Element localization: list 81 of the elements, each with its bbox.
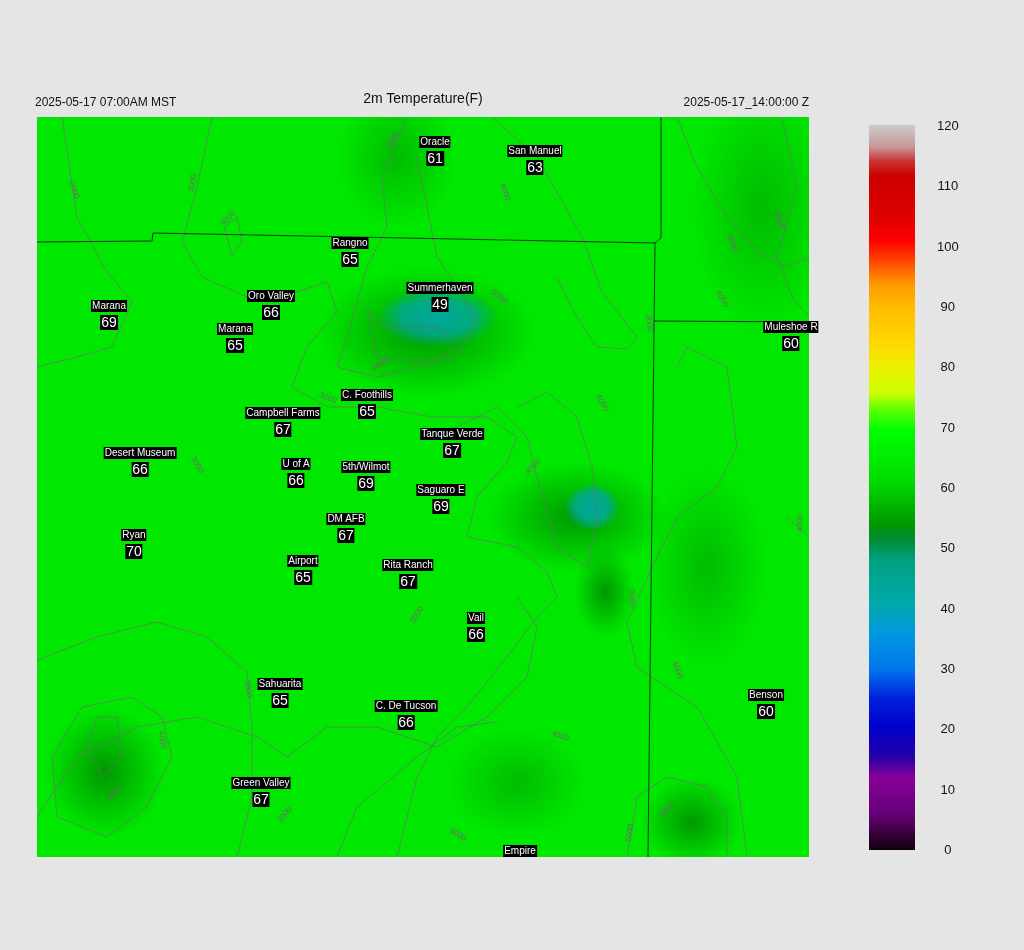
station-name: Empire [503,845,537,857]
station-name: Saguaro E [416,484,466,496]
color-scale-tick: 40 [940,600,956,616]
station-temperature: 60 [757,704,775,719]
station-name: C. De Tucson [374,700,438,712]
contour-label: 4000 [156,730,169,750]
station-temperature: 69 [432,499,450,514]
station-temperature: 66 [467,627,485,642]
contour-label: 4000 [550,728,571,743]
station-temperature: 67 [399,574,417,589]
color-scale-tick: 30 [940,660,956,676]
station-temperature: 65 [294,570,312,585]
color-scale-tick: 100 [937,238,959,254]
contour-label: 6000 [772,209,787,230]
contour-label: 4000 [498,181,513,202]
contour-label: 6000 [369,356,390,373]
station-name: Muleshoe R [763,321,819,333]
color-scale-tick: 110 [937,178,959,194]
station-temperature: 61 [426,151,444,166]
station-temperature: 65 [341,252,359,267]
color-scale-tick: 70 [940,419,956,435]
station-name: Summerhaven [406,282,474,294]
station-name: Marana [91,300,127,312]
station-temperature: 65 [271,693,289,708]
station-name: Marana [217,323,253,335]
station-temperature: 49 [431,297,449,312]
station-name: Green Valley [231,777,291,789]
chart-title: 2m Temperature(F) [363,90,483,108]
color-scale-tick: 10 [940,781,956,797]
contour-label: 2000 [67,179,82,200]
station-temperature: 69 [100,315,118,330]
contour-label: 3000 [186,173,199,193]
contour-label: 5000 [725,232,740,253]
station-name: DM AFB [326,513,366,525]
contour-label: 4000 [795,514,805,532]
station-name: Campbell Farms [245,407,321,419]
station-temperature: 65 [226,338,244,353]
station-temperature: 67 [252,792,270,807]
station-temperature: 67 [274,422,292,437]
station-name: Oro Valley [247,290,295,302]
contour-label: 3000 [242,679,255,699]
station-temperature: 69 [357,476,375,491]
station-temperature: 70 [125,544,143,559]
station-temperature: 66 [131,462,149,477]
station-name: Rangno [331,237,369,249]
contour-label: 4000 [670,659,685,680]
contour-label: 3000 [644,313,655,333]
station-temperature: 60 [782,336,800,351]
color-scale-tick: 0 [944,841,952,857]
station-temperature: 66 [262,305,280,320]
station-name: Vail [467,612,485,624]
station-name: Desert Museum [103,447,177,459]
station-name: Rita Ranch [382,559,434,571]
station-name: 5th/Wilmot [341,461,391,473]
station-name: Airport [287,555,319,567]
station-name: Ryan [121,529,147,541]
contour-label: 5000 [623,823,636,843]
station-temperature: 67 [337,528,355,543]
contour-label: 3000 [318,390,339,405]
color-scale-tick: 20 [940,721,956,737]
contour-label: 5000 [448,826,469,843]
valid-time-label: 2025-05-17_14:00:00 Z [683,95,809,109]
station-temperature: 67 [443,443,461,458]
color-scale-tick: 50 [940,540,956,556]
color-scale-tick: 60 [940,479,956,495]
station-name: Oracle [419,136,451,148]
color-scale-tick: 80 [940,359,956,375]
station-temperature: 66 [287,473,305,488]
station-name: Sahuarita [257,678,303,690]
station-temperature: 65 [358,404,376,419]
station-name: C. Foothills [341,389,393,401]
color-scale-tick: 90 [940,299,956,314]
station-temperature: 66 [397,715,415,730]
station-name: Benson [748,689,784,701]
station-name: U of A [281,458,311,470]
color-scale-tick: 120 [937,118,959,133]
local-time-label: 2025-05-17 07:00AM MST [35,95,177,109]
station-name: San Manuel [507,145,563,157]
station-name: Tanque Verde [420,428,484,440]
station-temperature: 63 [526,160,544,175]
contour-label: 5000 [627,589,637,607]
